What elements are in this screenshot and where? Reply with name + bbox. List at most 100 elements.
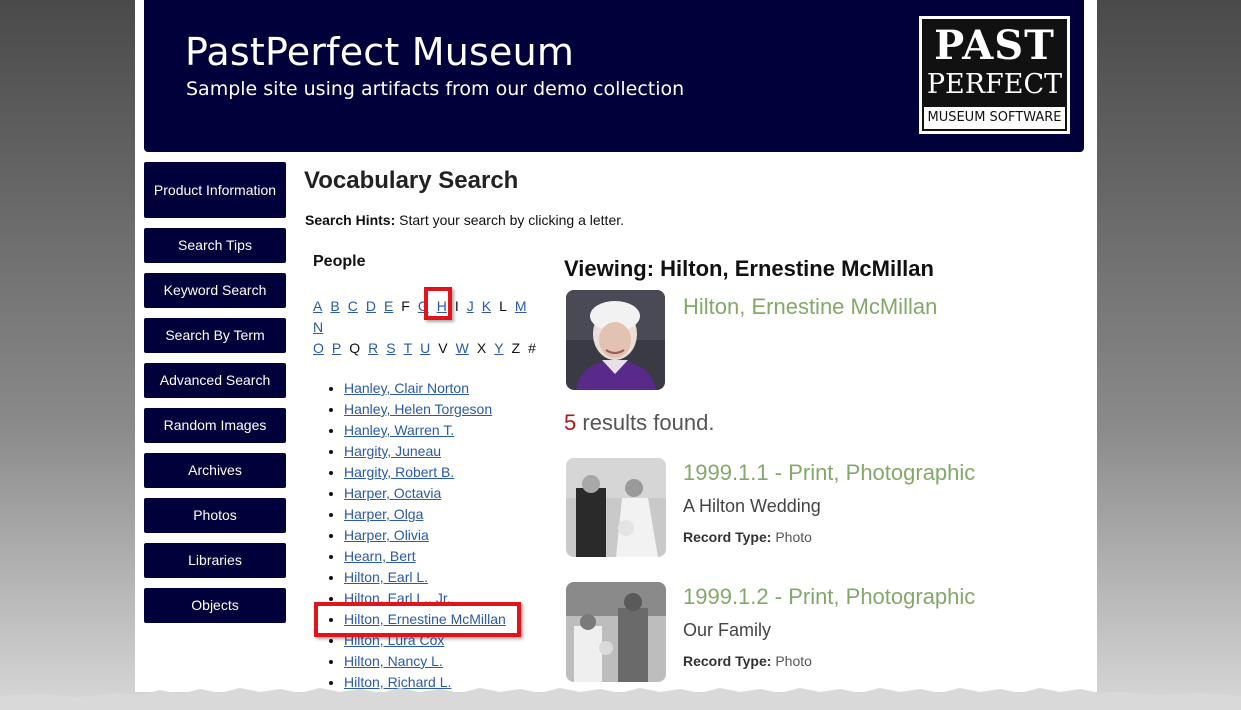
- letter-x: X: [476, 340, 487, 356]
- letter-item: K: [482, 296, 491, 317]
- nav-photos[interactable]: Photos: [144, 498, 286, 533]
- list-item: Harper, Octavia: [344, 483, 506, 504]
- selected-letter-highlight: [424, 287, 452, 320]
- nav-advanced-search[interactable]: Advanced Search: [144, 363, 286, 398]
- letter-hash: #: [528, 340, 536, 356]
- letter-link-r[interactable]: R: [368, 340, 378, 356]
- site-header: PastPerfect Museum Sample site using art…: [144, 0, 1084, 152]
- list-item: Harper, Olga: [344, 504, 506, 525]
- list-item: Hanley, Warren T.: [344, 420, 506, 441]
- letter-i: I: [454, 298, 459, 314]
- person-name-link[interactable]: Hargity, Robert B.: [344, 464, 454, 480]
- selected-name-highlight: [314, 602, 521, 637]
- nav-keyword-search[interactable]: Keyword Search: [144, 273, 286, 308]
- letter-link-c[interactable]: C: [348, 298, 358, 314]
- page-title: Vocabulary Search: [304, 167, 519, 194]
- record-type: Record Type: Photo: [683, 653, 812, 669]
- nav-random-images[interactable]: Random Images: [144, 408, 286, 443]
- person-name-link[interactable]: Hilton, Ernestine McMillan: [683, 294, 937, 320]
- record-title-link[interactable]: 1999.1.2 - Print, Photographic: [683, 584, 975, 610]
- logo-line-software: MUSEUM SOFTWARE: [924, 107, 1065, 129]
- letter-link-d[interactable]: D: [366, 298, 376, 314]
- logo-mark: PAST PERFECT MUSEUM SOFTWARE: [922, 19, 1067, 131]
- letter-item: M: [515, 296, 527, 317]
- letter-item: P: [332, 338, 341, 359]
- letter-link-p[interactable]: P: [332, 340, 341, 356]
- nav-libraries[interactable]: Libraries: [144, 543, 286, 578]
- nav-search-by-term[interactable]: Search By Term: [144, 318, 286, 353]
- letter-item: W: [456, 338, 469, 359]
- letter-link-a[interactable]: A: [313, 298, 322, 314]
- letter-link-s[interactable]: S: [386, 340, 395, 356]
- person-name-link[interactable]: Hilton, Earl L.: [344, 569, 428, 585]
- record-thumbnail[interactable]: [566, 582, 666, 682]
- letter-v: V: [438, 340, 448, 356]
- person-name-link[interactable]: Hanley, Helen Torgeson: [344, 401, 492, 417]
- search-hints-text: Start your search by clicking a letter.: [395, 212, 625, 228]
- results-count: 5: [564, 410, 577, 435]
- record-type-label: Record Type:: [683, 529, 772, 545]
- letter-link-u[interactable]: U: [420, 340, 430, 356]
- letter-link-b[interactable]: B: [330, 298, 339, 314]
- nav-archives[interactable]: Archives: [144, 453, 286, 488]
- list-item: Hilton, Nancy L.: [344, 651, 506, 672]
- person-portrait-image[interactable]: [566, 290, 665, 390]
- results-summary: 5 results found.: [564, 410, 714, 436]
- letter-link-m[interactable]: M: [515, 298, 527, 314]
- pastperfect-logo[interactable]: PAST PERFECT MUSEUM SOFTWARE: [919, 16, 1070, 134]
- letter-link-e[interactable]: E: [384, 298, 393, 314]
- sidebar-nav: Product Information Search Tips Keyword …: [144, 162, 286, 633]
- letter-item: S: [386, 338, 395, 359]
- letter-link-n[interactable]: N: [313, 319, 323, 335]
- record-type-value: Photo: [771, 653, 812, 669]
- results-text: results found.: [576, 410, 715, 435]
- letter-link-o[interactable]: O: [313, 340, 324, 356]
- list-item: Hearn, Bert: [344, 546, 506, 567]
- letter-item: T: [404, 338, 413, 359]
- letter-item: E: [384, 296, 393, 317]
- list-item: Hanley, Helen Torgeson: [344, 399, 506, 420]
- person-name-link[interactable]: Hanley, Clair Norton: [344, 380, 469, 396]
- person-name-link[interactable]: Hilton, Nancy L.: [344, 653, 443, 669]
- letter-item: B: [330, 296, 339, 317]
- logo-line-perfect: PERFECT: [926, 69, 1063, 100]
- page: PastPerfect Museum Sample site using art…: [135, 0, 1097, 692]
- letter-link-j[interactable]: J: [467, 298, 474, 314]
- nav-objects[interactable]: Objects: [144, 588, 286, 623]
- person-name-link[interactable]: Hargity, Juneau: [344, 443, 441, 459]
- person-name-link[interactable]: Hearn, Bert: [344, 548, 416, 564]
- letter-item: Y: [494, 338, 503, 359]
- list-item: Hargity, Robert B.: [344, 462, 506, 483]
- person-name-link[interactable]: Harper, Octavia: [344, 485, 441, 501]
- record-type-label: Record Type:: [683, 653, 772, 669]
- letter-item: C: [348, 296, 358, 317]
- letter-item: R: [368, 338, 378, 359]
- record-subtitle: A Hilton Wedding: [683, 496, 821, 516]
- letter-link-t[interactable]: T: [404, 340, 413, 356]
- record-type: Record Type: Photo: [683, 529, 812, 545]
- letter-item: A: [313, 296, 322, 317]
- search-hints: Search Hints: Start your search by click…: [305, 212, 624, 228]
- letter-link-w[interactable]: W: [456, 340, 469, 356]
- site-title[interactable]: PastPerfect Museum: [185, 30, 574, 74]
- search-hints-label: Search Hints:: [305, 212, 396, 228]
- person-name-link[interactable]: Hanley, Warren T.: [344, 422, 454, 438]
- letter-item: U: [420, 338, 430, 359]
- record-thumbnail[interactable]: [566, 458, 666, 557]
- letter-link-y[interactable]: Y: [494, 340, 503, 356]
- record-title-link[interactable]: 1999.1.1 - Print, Photographic: [683, 460, 975, 486]
- person-name-link[interactable]: Harper, Olivia: [344, 527, 429, 543]
- letter-link-k[interactable]: K: [482, 298, 491, 314]
- nav-search-tips[interactable]: Search Tips: [144, 228, 286, 263]
- list-item: Harper, Olivia: [344, 525, 506, 546]
- letter-l: L: [499, 298, 507, 314]
- person-name-link[interactable]: Harper, Olga: [344, 506, 423, 522]
- letter-q: Q: [349, 340, 361, 356]
- letter-item: J: [467, 296, 474, 317]
- logo-line-past: PAST: [934, 22, 1055, 69]
- people-heading: People: [313, 253, 366, 270]
- nav-product-information[interactable]: Product Information: [144, 162, 286, 218]
- list-item: Hargity, Juneau: [344, 441, 506, 462]
- letter-item: N: [313, 317, 323, 338]
- letter-z: Z: [511, 340, 521, 356]
